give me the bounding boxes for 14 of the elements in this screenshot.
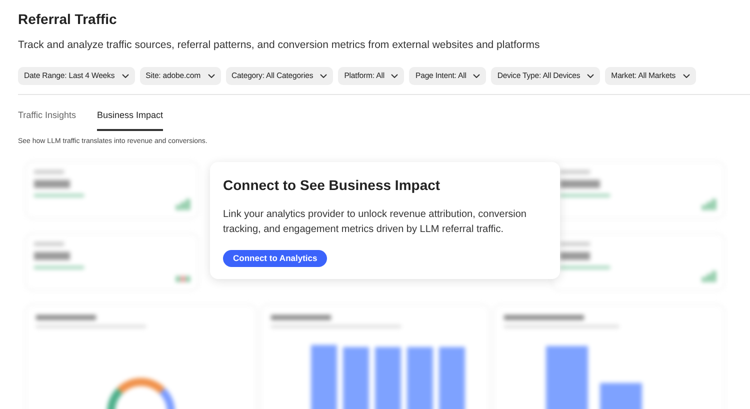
tab[interactable]: Traffic Insights: [18, 109, 76, 130]
chevron-down-icon: [587, 74, 594, 78]
chevron-down-icon: [122, 74, 129, 78]
page-title: Referral Traffic: [18, 10, 118, 29]
chevron-down-icon: [320, 74, 328, 78]
connect-button[interactable]: Connect to Analytics: [223, 250, 328, 267]
tab[interactable]: Business Impact: [97, 109, 164, 130]
chevron-down-icon: [391, 74, 398, 78]
page-description: Track and analyze traffic sources, referral patterns, and conversion metrics from external websites and platforms: [18, 38, 541, 53]
chevron-down-icon: [682, 74, 690, 78]
chevron-down-icon: [473, 74, 480, 78]
dialog-body: Link your analytics provider to unlock revenue attribution, conversion tracking, and engagement metrics driven by LLM referral traffic.: [223, 208, 528, 237]
dialog-heading: Connect to See Business Impact: [223, 176, 442, 194]
chevron-down-icon: [208, 74, 214, 78]
